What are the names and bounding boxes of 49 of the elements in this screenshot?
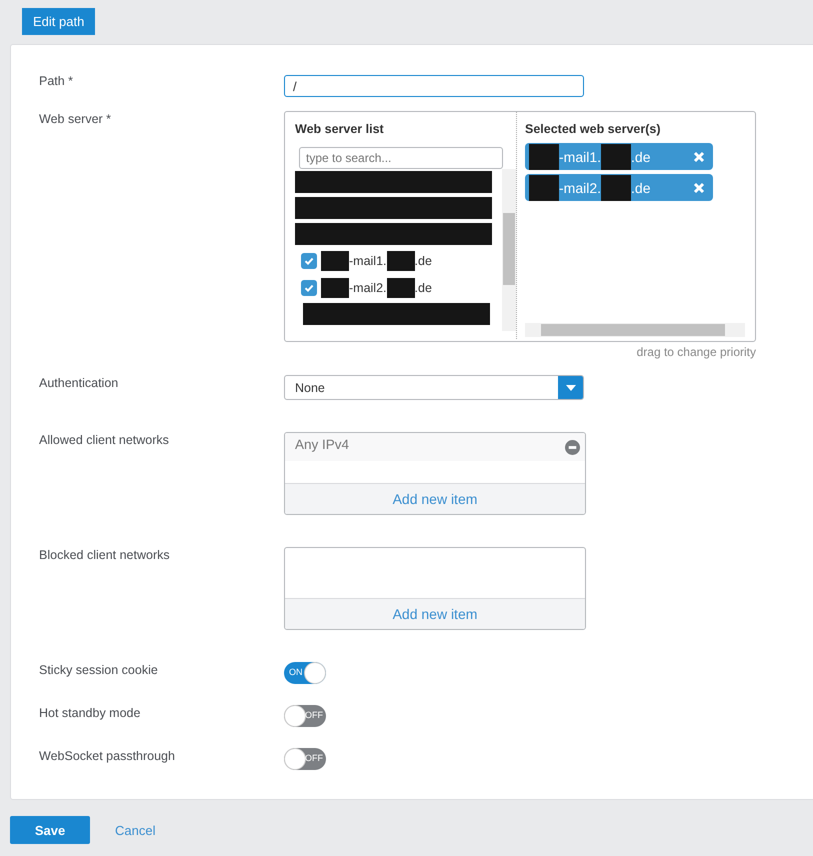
remove-icon[interactable] [693,150,705,162]
redaction-block [601,144,632,170]
field-label: WebSocket passthrough [38,748,176,764]
server-name: .de [414,254,432,268]
authentication-select[interactable]: None [284,375,584,400]
server-name: -mail2. [559,180,602,196]
scrollbar[interactable] [525,323,745,337]
checkbox[interactable] [301,252,317,268]
field-label: Hot standby mode [38,705,142,721]
column-title: Web server list [295,121,385,137]
checkbox[interactable] [301,280,317,296]
add-new-item-button[interactable]: Add new item [285,483,585,514]
scrollbar[interactable] [502,169,516,331]
field-label: Authentication [38,375,120,391]
server-name: .de [631,148,650,164]
selected-server-chip[interactable]: -mail1. .de [525,143,713,170]
add-new-item-button[interactable]: Add new item [285,598,585,629]
hint-text: drag to change priority [636,345,756,359]
server-name: -mail1. [349,254,387,268]
redaction-block [529,144,559,170]
network-item: Any IPv4 [295,437,350,452]
toggle-switch[interactable]: OFF [284,748,326,770]
toggle-switch[interactable]: OFF [284,705,326,727]
cancel-link[interactable]: Cancel [115,822,156,838]
column-title: Selected web server(s) [525,121,662,137]
save-button[interactable]: Save [10,816,90,844]
server-name: .de [631,180,650,196]
edit-path-button[interactable]: Edit path [22,8,96,35]
redaction-block [386,278,415,298]
redaction-block [321,278,349,298]
remove-icon[interactable] [693,182,705,194]
path-input[interactable]: / [284,75,584,97]
redaction-block [321,250,349,270]
caret-icon [566,384,576,390]
toggle-switch[interactable]: ON [284,662,326,684]
field-label: Blocked client networks [38,547,171,563]
selected-server-chip[interactable]: -mail2. .de [525,174,713,201]
field-label: Sticky session cookie [38,662,159,678]
field-label: Web server * [38,111,112,127]
remove-icon[interactable] [565,440,580,455]
redaction-block [601,174,632,200]
redaction-block [386,250,415,270]
search-field[interactable]: type to search... [299,147,503,169]
field-label: Allowed client networks [38,432,170,448]
server-name: -mail1. [559,148,602,164]
field-label: Path * [38,73,74,89]
server-name: -mail2. [349,280,387,294]
redaction-block [529,174,559,200]
server-name: .de [414,280,432,294]
